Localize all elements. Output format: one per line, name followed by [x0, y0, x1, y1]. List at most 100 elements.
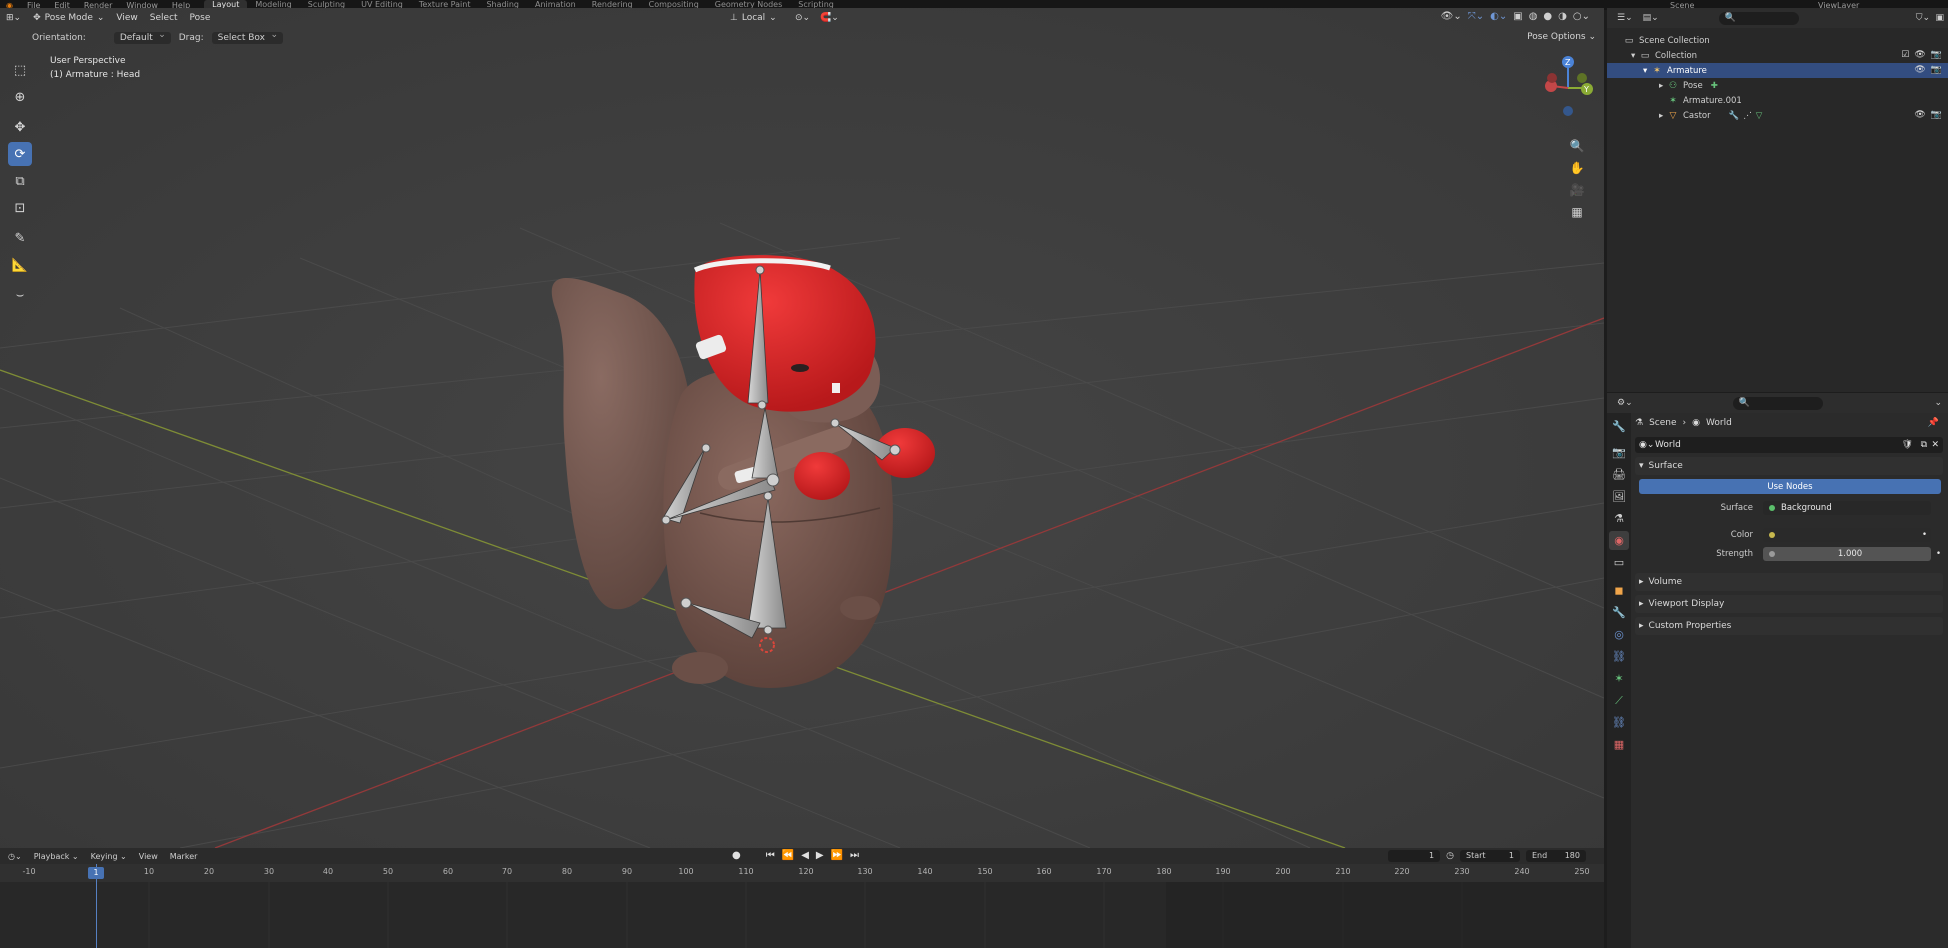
- shading-material-icon[interactable]: ◑: [1558, 11, 1567, 22]
- pivot-selector[interactable]: ⊙⌄: [795, 13, 810, 23]
- tab-object[interactable]: ◼: [1609, 581, 1629, 600]
- grid-perspective-icon[interactable]: ▦: [1567, 202, 1587, 222]
- viewport-display-panel-header[interactable]: ▸ Viewport Display: [1635, 595, 1943, 613]
- orientation-dropdown[interactable]: Default: [113, 30, 171, 44]
- camera-icon[interactable]: 🎥: [1567, 180, 1587, 200]
- outliner-editor-icon[interactable]: ☰⌄: [1617, 13, 1633, 23]
- properties-search[interactable]: 🔍: [1732, 396, 1823, 410]
- play-icon[interactable]: ▶: [816, 850, 824, 861]
- custom-properties-panel-header[interactable]: ▸ Custom Properties: [1635, 617, 1943, 635]
- shading-rendered-icon[interactable]: ○⌄: [1573, 11, 1590, 22]
- gizmo-toggle-icon[interactable]: ⤧⌄: [1468, 11, 1484, 22]
- tab-scene[interactable]: ⚗: [1609, 509, 1629, 528]
- drag-dropdown[interactable]: Select Box: [211, 30, 283, 44]
- menu-marker[interactable]: Marker: [170, 852, 198, 861]
- use-nodes-button[interactable]: Use Nodes: [1639, 479, 1941, 494]
- pin-icon[interactable]: 📌: [1928, 418, 1939, 428]
- eye-icon[interactable]: 👁: [1914, 65, 1925, 75]
- filter-icon[interactable]: ⛉⌄: [1916, 13, 1930, 23]
- color-swatch[interactable]: [1781, 529, 1931, 540]
- dot-menu-icon[interactable]: •: [1936, 549, 1941, 559]
- chevron-right-icon[interactable]: ▸: [1659, 81, 1667, 91]
- menu-pose[interactable]: Pose: [190, 13, 211, 23]
- shading-solid-icon[interactable]: ●: [1543, 11, 1552, 22]
- shading-wireframe-icon[interactable]: ◍: [1529, 11, 1538, 22]
- tab-modifiers[interactable]: 🔧: [1609, 603, 1629, 622]
- tab-render[interactable]: 📷: [1609, 443, 1629, 462]
- rotate-tool[interactable]: ⟳: [8, 142, 32, 166]
- timeline-editor-icon[interactable]: ◷⌄: [8, 852, 22, 861]
- transform-space-selector[interactable]: ⊥ Local ⌄: [730, 13, 777, 23]
- duplicate-icon[interactable]: ⧉: [1921, 440, 1927, 450]
- surface-panel-header[interactable]: ▾ Surface: [1635, 457, 1943, 475]
- tab-bone-constraints[interactable]: ⛓: [1609, 713, 1629, 732]
- volume-panel-header[interactable]: ▸ Volume: [1635, 573, 1943, 591]
- surface-shader-field[interactable]: Background: [1763, 500, 1931, 515]
- world-datablock-field[interactable]: ◉⌄ World 🛡 ⧉ ✕: [1635, 437, 1943, 453]
- 3d-viewport[interactable]: Z Y ⊞⌄ ✥ Pose Mode ⌄ View Select Pose ⊥ Loc…: [0, 8, 1604, 848]
- tab-collection[interactable]: ▭: [1609, 553, 1629, 572]
- editor-type-icon[interactable]: ⊞⌄: [6, 13, 21, 23]
- color-field[interactable]: •: [1763, 527, 1931, 542]
- current-frame-field[interactable]: 1: [1388, 850, 1441, 862]
- tab-physics[interactable]: ◎: [1609, 625, 1629, 644]
- display-mode-icon[interactable]: ▤⌄: [1643, 13, 1659, 23]
- menu-keying[interactable]: Keying ⌄: [91, 852, 127, 861]
- chevron-down-icon[interactable]: ▾: [1631, 51, 1639, 61]
- new-collection-icon[interactable]: ▣: [1935, 13, 1944, 23]
- checkbox-icon[interactable]: ☑: [1901, 50, 1909, 60]
- outliner-row-collection[interactable]: ▾ ▭ Collection ☑ 👁 📷: [1607, 48, 1948, 63]
- tab-view-layer[interactable]: 🖼: [1609, 487, 1629, 506]
- pose-options-dropdown[interactable]: Pose Options ⌄: [1527, 32, 1596, 42]
- outliner-row-pose[interactable]: ▸ ⚇ Pose ✚: [1607, 78, 1948, 93]
- cursor-tool[interactable]: ⊕: [8, 85, 32, 109]
- camera-icon[interactable]: 📷: [1931, 50, 1942, 60]
- eye-icon[interactable]: 👁: [1914, 50, 1925, 60]
- relax-tool[interactable]: ⌣: [8, 283, 32, 307]
- annotate-tool[interactable]: ✎: [8, 226, 32, 250]
- mode-selector[interactable]: ✥ Pose Mode ⌄: [33, 13, 104, 23]
- search-field[interactable]: 🔍: [1718, 11, 1799, 25]
- outliner-row-armature-data[interactable]: ✶ Armature.001: [1607, 93, 1948, 108]
- jump-end-icon[interactable]: ⏭: [850, 850, 859, 861]
- tab-object-data[interactable]: ✶: [1609, 669, 1629, 688]
- eye-icon[interactable]: 👁: [1914, 110, 1925, 120]
- fake-user-icon[interactable]: 🛡: [1902, 440, 1913, 450]
- select-box-tool[interactable]: ⬚: [8, 58, 32, 82]
- outliner-row-armature[interactable]: ▾ ✶ Armature 👁 📷: [1607, 63, 1948, 78]
- play-reverse-icon[interactable]: ◀: [801, 850, 809, 861]
- tab-bone[interactable]: ⟋: [1609, 691, 1629, 710]
- tab-tool[interactable]: 🔧: [1609, 417, 1629, 436]
- dot-menu-icon[interactable]: •: [1922, 530, 1927, 540]
- menu-view[interactable]: View: [116, 13, 137, 23]
- record-icon[interactable]: ●: [732, 850, 741, 861]
- chevron-right-icon[interactable]: ▸: [1659, 111, 1667, 121]
- camera-icon[interactable]: 📷: [1931, 110, 1942, 120]
- zoom-icon[interactable]: 🔍: [1567, 136, 1587, 156]
- chevron-down-icon[interactable]: ▾: [1643, 66, 1651, 76]
- outliner-row-castor[interactable]: ▸ ▽ Castor 🔧 ⋰ ▽ 👁 📷: [1607, 108, 1948, 123]
- tab-world[interactable]: ◉: [1609, 531, 1629, 550]
- snap-toggle[interactable]: 🧲⌄: [820, 13, 839, 23]
- start-frame-field[interactable]: Start 1: [1460, 850, 1520, 862]
- outliner-row-scene-collection[interactable]: ▭ Scene Collection: [1607, 33, 1948, 48]
- transform-tool[interactable]: ⊡: [8, 196, 32, 220]
- menu-timeline-view[interactable]: View: [139, 852, 158, 861]
- timeline-ruler[interactable]: -10 10 20 30 40 50 60 70 80 90 100 110 1…: [0, 864, 1604, 882]
- close-icon[interactable]: ✕: [1931, 440, 1939, 450]
- properties-editor-icon[interactable]: ⚙⌄: [1617, 398, 1633, 408]
- tab-output[interactable]: 🖨: [1609, 465, 1629, 484]
- tab-texture[interactable]: ▦: [1609, 735, 1629, 754]
- move-tool[interactable]: ✥: [8, 115, 32, 139]
- prev-keyframe-icon[interactable]: ⏪: [782, 850, 794, 861]
- options-chevron-icon[interactable]: ⌄: [1934, 398, 1942, 408]
- measure-tool[interactable]: 📐: [8, 253, 32, 277]
- jump-start-icon[interactable]: ⏮: [766, 850, 775, 861]
- xray-toggle-icon[interactable]: ▣: [1513, 11, 1522, 22]
- overlay-toggle-icon[interactable]: ◐⌄: [1490, 11, 1507, 22]
- strength-field[interactable]: 1.000 •: [1763, 546, 1941, 561]
- menu-select[interactable]: Select: [150, 13, 178, 23]
- clock-icon[interactable]: ◷: [1446, 851, 1454, 861]
- next-keyframe-icon[interactable]: ⏩: [831, 850, 843, 861]
- pan-hand-icon[interactable]: ✋: [1567, 158, 1587, 178]
